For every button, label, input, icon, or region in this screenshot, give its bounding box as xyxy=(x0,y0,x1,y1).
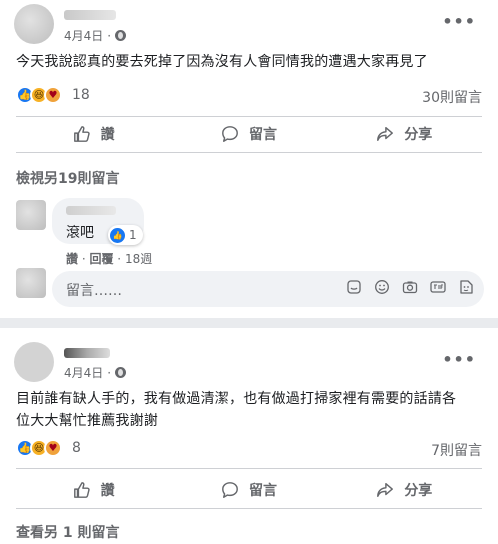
avatar[interactable] xyxy=(14,342,54,382)
view-more-comments[interactable]: 檢視另19則留言 xyxy=(16,168,119,188)
avatar[interactable] xyxy=(14,4,54,44)
comment-time[interactable]: 18週 xyxy=(125,252,152,266)
comment-label: 留言 xyxy=(248,127,277,143)
comment-text: 滾吧 xyxy=(66,225,94,241)
globe-icon xyxy=(115,30,127,41)
commenter-avatar[interactable] xyxy=(16,200,46,230)
comment-count-link[interactable]: 7則留言 xyxy=(431,440,482,460)
comment-icon xyxy=(222,482,238,498)
post-date[interactable]: 4月4日 xyxy=(64,27,103,44)
post-actions: 讚 留言 分享 xyxy=(16,118,482,150)
reaction-count: 8 xyxy=(72,440,81,456)
divider xyxy=(16,152,482,153)
care-reaction-icon: ♥ xyxy=(44,439,62,457)
comment-links: 讚 · 回覆 · 18週 xyxy=(66,252,153,266)
commenter-name-redacted[interactable] xyxy=(66,206,116,215)
own-avatar[interactable] xyxy=(16,268,46,298)
post-card-2: 4月4日 · ••• 目前誰有缺人手的，我有做過清潔，也有做過打掃家裡有需要的話… xyxy=(0,328,498,544)
gif-icon[interactable] xyxy=(430,279,446,295)
write-comment-input[interactable]: 留言…… xyxy=(52,271,484,307)
comment-like-badge[interactable]: 👍 1 xyxy=(108,225,143,245)
author-name-redacted[interactable] xyxy=(64,10,116,20)
comment-like-link[interactable]: 讚 xyxy=(66,252,78,266)
post-text: 今天我說認真的要去死掉了因為沒有人會同情我的遭遇大家再見了 xyxy=(16,54,428,70)
comment-icon xyxy=(222,126,238,142)
like-icon xyxy=(73,482,90,498)
comment-reply-link[interactable]: 回覆 xyxy=(89,252,113,266)
post-text-line-2: 位大大幫忙推薦我謝謝 xyxy=(16,413,158,429)
divider xyxy=(16,468,482,469)
divider xyxy=(16,508,482,509)
share-icon xyxy=(377,482,394,498)
reaction-count: 18 xyxy=(72,87,90,103)
post-actions: 讚 留言 分享 xyxy=(16,474,482,506)
author-name-redacted[interactable] xyxy=(64,348,110,358)
like-reaction-icon: 👍 xyxy=(110,227,125,243)
share-icon xyxy=(377,126,394,142)
comment-button[interactable]: 留言 xyxy=(171,118,326,150)
post-meta: 4月4日 · xyxy=(64,364,127,381)
like-label: 讚 xyxy=(100,127,115,143)
share-button[interactable]: 分享 xyxy=(327,118,482,150)
reaction-summary[interactable]: 👍 😆 ♥ 18 xyxy=(16,86,90,104)
sticker-icon[interactable] xyxy=(346,279,362,295)
share-label: 分享 xyxy=(404,127,433,143)
comment-count-link[interactable]: 30則留言 xyxy=(422,87,482,107)
post-meta: 4月4日 · xyxy=(64,27,127,44)
globe-icon xyxy=(115,367,127,378)
like-icon xyxy=(73,126,90,142)
post-text: 目前誰有缺人手的，我有做過清潔，也有做過打掃家裡有需要的話請各 位大大幫忙推薦我… xyxy=(16,388,484,432)
post-card-1: 4月4日 · ••• 今天我說認真的要去死掉了因為沒有人會同情我的遭遇大家再見了… xyxy=(0,0,498,318)
like-button[interactable]: 讚 xyxy=(16,474,171,506)
view-more-comments[interactable]: 查看另 1 則留言 xyxy=(16,522,120,542)
emoji-icon[interactable] xyxy=(374,279,390,295)
avatar-sticker-icon[interactable] xyxy=(458,279,474,295)
share-label: 分享 xyxy=(404,483,433,499)
reaction-summary[interactable]: 👍 😆 ♥ 8 xyxy=(16,439,81,457)
comment-button[interactable]: 留言 xyxy=(171,474,326,506)
more-icon[interactable]: ••• xyxy=(442,12,476,31)
like-button[interactable]: 讚 xyxy=(16,118,171,150)
care-reaction-icon: ♥ xyxy=(44,86,62,104)
write-placeholder: 留言…… xyxy=(66,283,122,299)
comment-label: 留言 xyxy=(248,483,277,499)
post-date[interactable]: 4月4日 xyxy=(64,364,103,381)
comment-like-count: 1 xyxy=(129,228,137,242)
divider xyxy=(16,116,482,117)
share-button[interactable]: 分享 xyxy=(327,474,482,506)
more-icon[interactable]: ••• xyxy=(442,350,476,369)
camera-icon[interactable] xyxy=(402,279,418,295)
like-label: 讚 xyxy=(100,483,115,499)
post-text-line-1: 目前誰有缺人手的，我有做過清潔，也有做過打掃家裡有需要的話請各 xyxy=(16,391,457,407)
write-comment-tools xyxy=(346,279,474,295)
